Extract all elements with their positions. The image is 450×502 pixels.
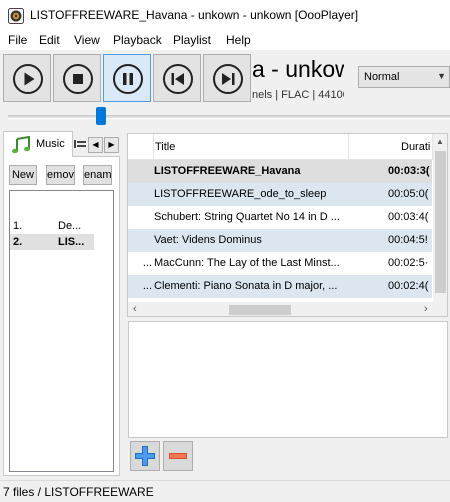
remove-playlist-button[interactable]: emov [46,165,75,185]
scroll-right-icon[interactable]: › [424,303,428,315]
scroll-up-icon[interactable]: ▲ [436,137,444,146]
row-title: Vaet: Videns Dominus [154,234,262,246]
row-title: MacCunn: The Lay of the Last Minst... [154,257,340,269]
next-button[interactable] [203,54,251,102]
row-index: ... [142,280,152,292]
playlist-item[interactable]: 1. De... [10,218,94,234]
tab-scroll-left-button[interactable]: ◀ [88,137,103,153]
table-row[interactable]: LISTOFFREEWARE_ode_to_sleep 00:05:0( [128,183,432,206]
window-title: LISTOFFREEWARE_Havana - unkown - unkown … [30,8,359,22]
row-index: ... [142,257,152,269]
previous-track-icon [163,64,193,94]
seek-slider-thumb[interactable] [95,107,106,125]
column-header-index[interactable] [128,134,154,160]
playlist-item-number: 2. [13,236,23,248]
play-icon [13,64,43,94]
row-duration: 00:04:5! [388,234,428,246]
row-duration: 00:03:4( [388,211,429,223]
column-header-duration[interactable]: Durati [349,134,433,160]
menu-edit[interactable]: Edit [39,33,60,47]
tab-music[interactable]: Music [3,131,73,157]
previous-button[interactable] [153,54,201,102]
minus-icon [169,453,187,459]
pause-icon [113,64,143,94]
horizontal-scroll-thumb[interactable] [229,305,291,315]
track-details-panel [128,321,448,438]
status-bar: 7 files / LISTOFFREEWARE [0,480,450,502]
scroll-left-icon[interactable]: ‹ [133,303,137,315]
table-row[interactable]: ... MacCunn: The Lay of the Last Minst..… [128,252,432,275]
column-header-title-label: Title [155,141,176,153]
tab-list-icon [74,140,86,148]
table-row[interactable]: LISTOFFREEWARE_Havana 00:03:3( [128,160,432,183]
chevron-left-icon: ◀ [92,140,99,149]
play-button[interactable] [3,54,51,102]
chevron-down-icon: ▼ [437,71,446,81]
row-title: LISTOFFREEWARE_Havana [154,165,301,177]
row-title: Clementi: Piano Sonata in D major, ... [154,280,338,292]
title-bar: LISTOFFREEWARE_Havana - unkown - unkown … [0,0,450,30]
table-row[interactable]: Vaet: Videns Dominus 00:04:5! [128,229,432,252]
stop-icon [63,64,93,94]
chevron-right-icon: ▶ [108,140,115,149]
remove-track-button[interactable] [163,441,193,471]
ooo-player-window: LISTOFFREEWARE_Havana - unkown - unkown … [0,0,450,502]
row-title: LISTOFFREEWARE_ode_to_sleep [154,188,327,200]
playback-mode-value: Normal [364,71,400,83]
column-header-duration-label: Durati [401,141,431,153]
tab-second[interactable] [73,136,89,154]
row-duration: 00:02:5· [388,257,429,269]
table-row[interactable]: ... Clementi: Piano Sonata in D major, .… [128,275,432,298]
menu-help[interactable]: Help [226,33,251,47]
seek-bar[interactable] [8,115,450,119]
tab-scroll-right-button[interactable]: ▶ [104,137,119,153]
playlist-list[interactable]: 1. De... 2. LIS... [9,190,114,472]
menu-playlist[interactable]: Playlist [173,33,211,47]
rename-playlist-button[interactable]: enam [83,165,112,185]
vertical-scroll-thumb[interactable] [435,151,446,293]
next-track-icon [213,64,243,94]
playlist-item-name: LIS... [58,236,85,248]
row-duration: 00:02:4( [388,280,429,292]
menu-file[interactable]: File [8,33,27,47]
now-playing-title: a - unkow [252,56,344,82]
playlist-item-number: 1. [13,220,23,232]
add-track-button[interactable] [130,441,160,471]
app-logo-icon [8,8,24,24]
menu-playback[interactable]: Playback [113,33,162,47]
pause-button[interactable] [103,54,151,102]
menu-bar: File Edit View Playback Playlist Help [0,30,450,50]
row-duration: 00:03:3( [388,165,430,177]
playback-mode-select[interactable]: Normal ▼ [358,66,450,88]
music-note-icon [12,136,30,154]
table-row[interactable]: Schubert: String Quartet No 14 in D ... … [128,206,432,229]
row-title: Schubert: String Quartet No 14 in D ... [154,211,340,223]
horizontal-scrollbar[interactable]: ‹ › [128,302,447,316]
now-playing-info: nels | FLAC | 44100 [252,89,344,101]
stop-button[interactable] [53,54,101,102]
playlist-item-name: De... [58,220,82,232]
status-text: 7 files / LISTOFFREEWARE [3,485,154,499]
tab-music-label: Music [36,138,65,150]
vertical-scrollbar[interactable]: ▲ [433,134,447,302]
row-duration: 00:05:0( [388,188,429,200]
new-playlist-button[interactable]: New [9,165,37,185]
plus-icon [135,446,155,466]
playlist-item-selected[interactable]: 2. LIS... [10,234,94,250]
track-table[interactable]: Title Durati LISTOFFREEWARE_Havana 00:03… [127,133,448,317]
menu-view[interactable]: View [74,33,100,47]
column-header-title[interactable]: Title [154,134,349,160]
